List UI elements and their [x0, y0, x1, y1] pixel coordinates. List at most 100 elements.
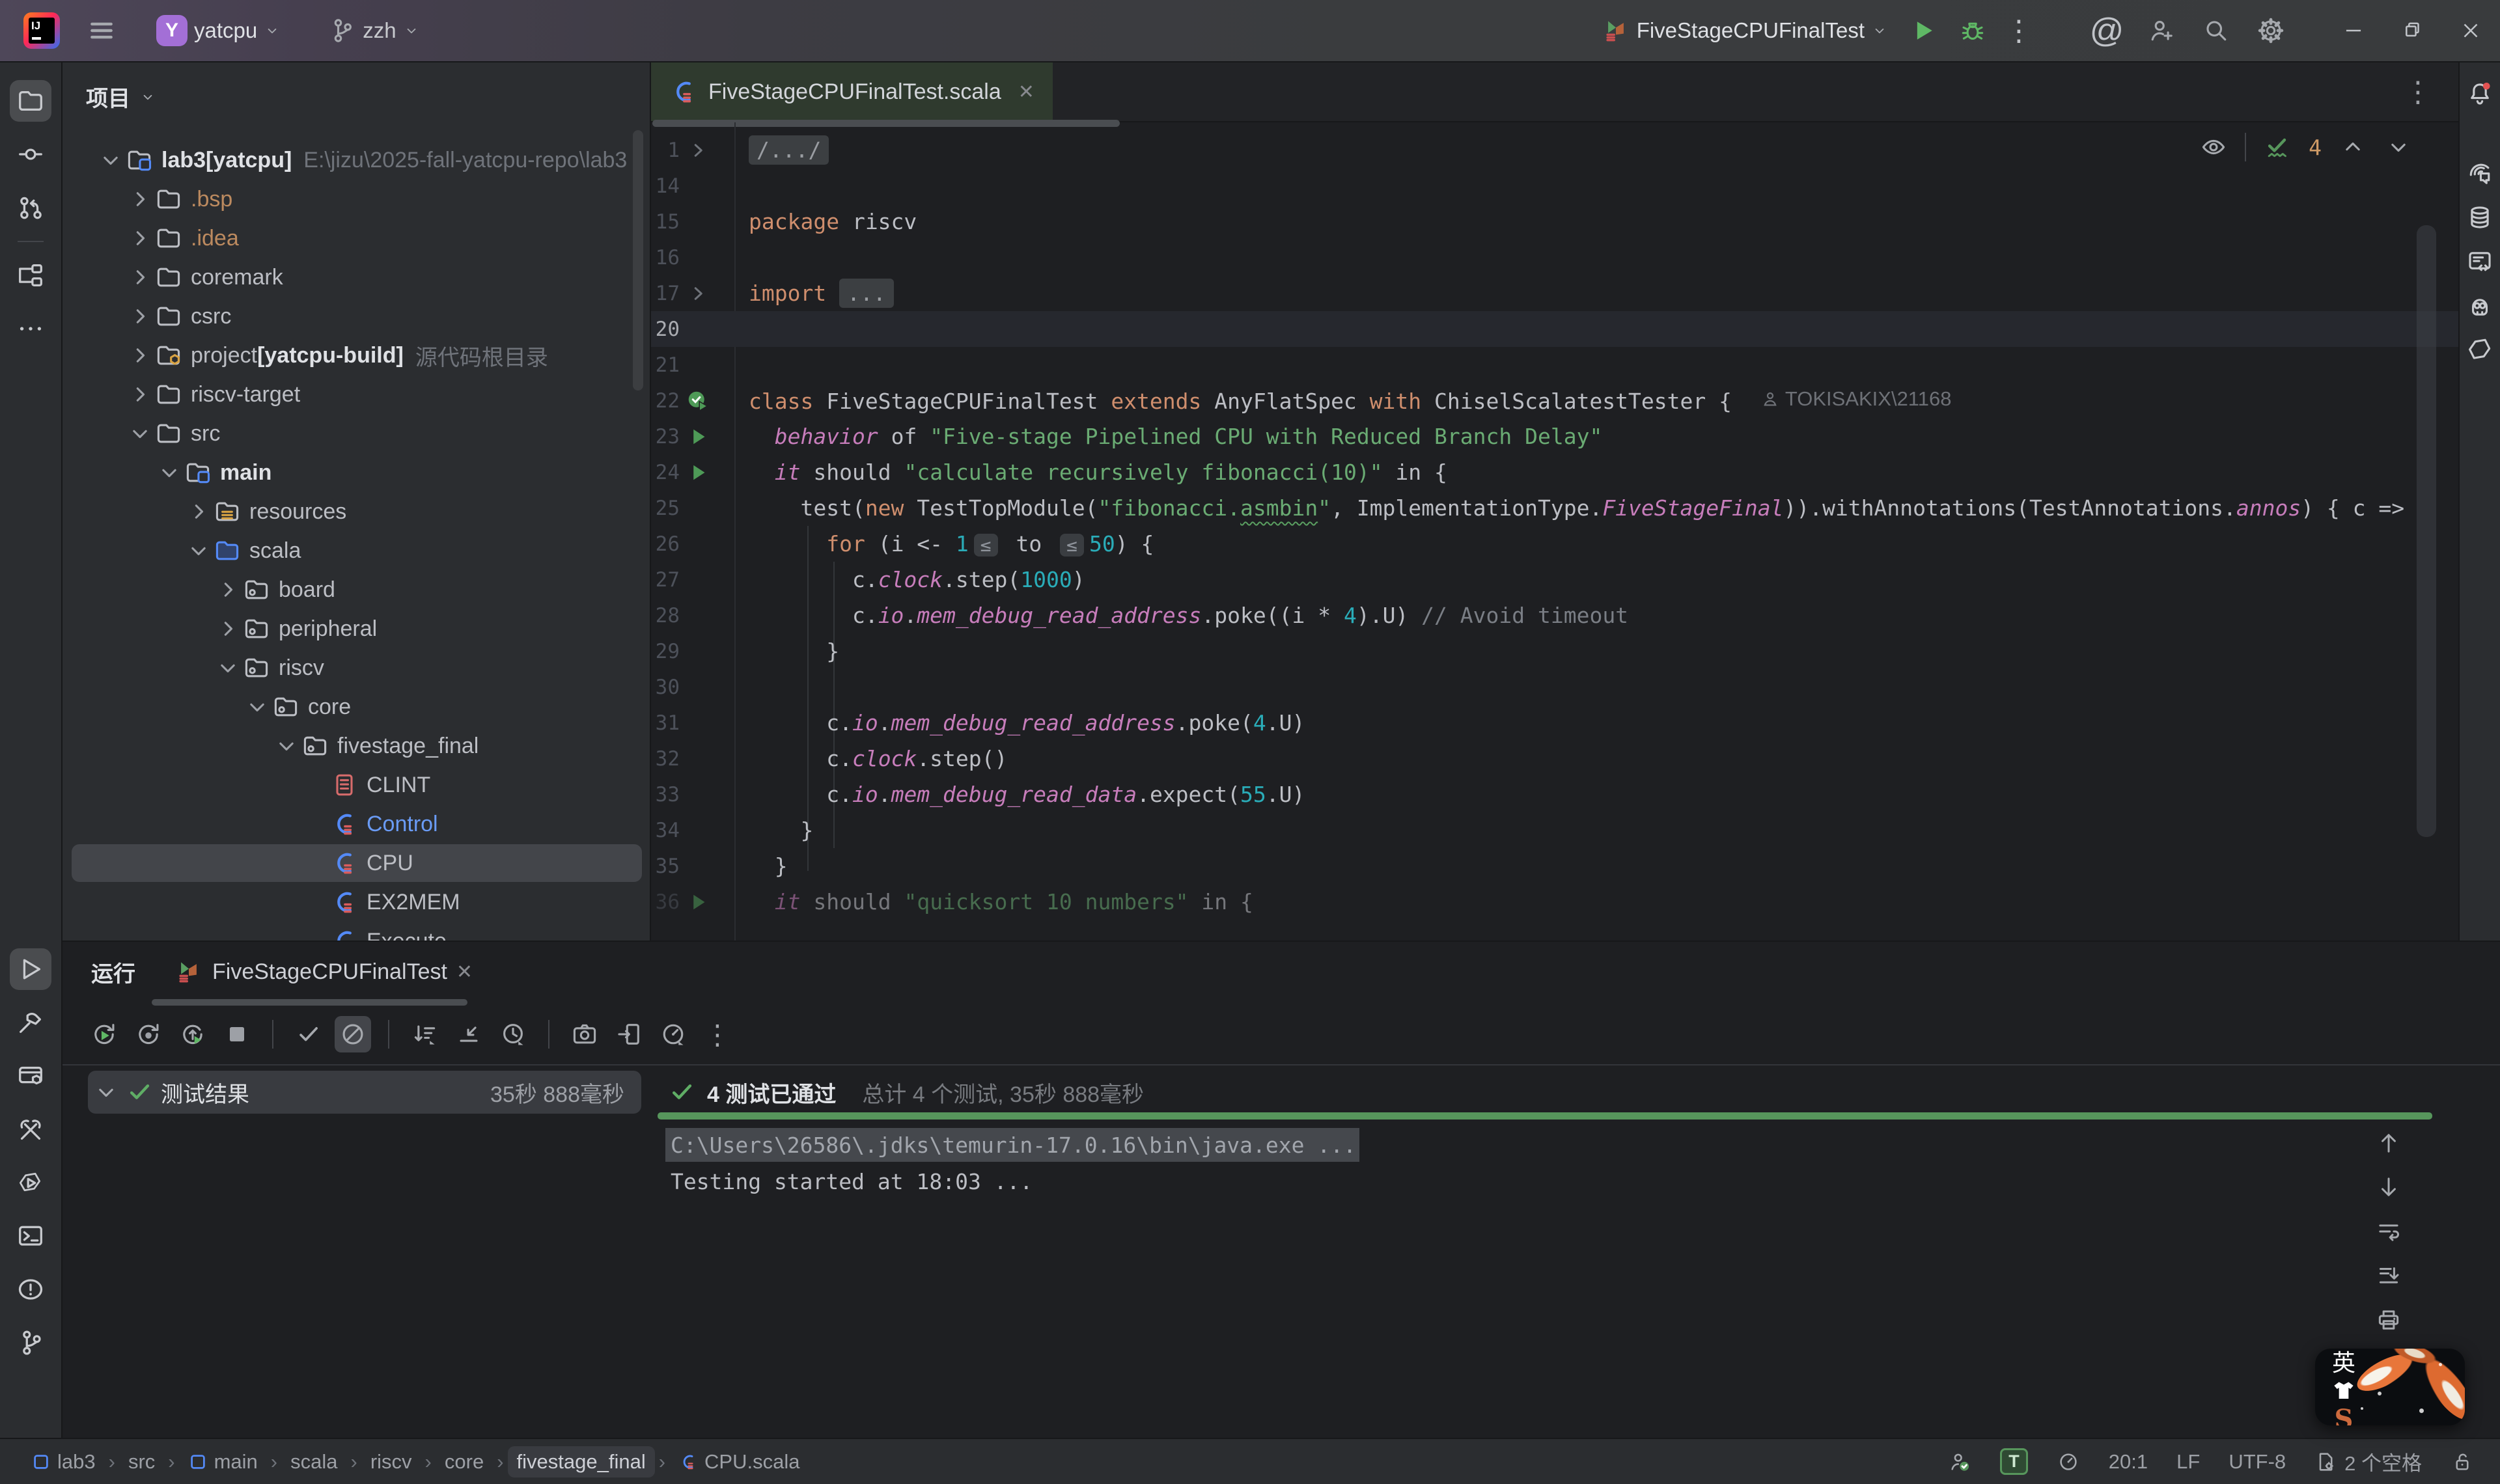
- fold-arrow-icon[interactable]: [680, 132, 716, 168]
- chevron-down-icon[interactable]: [96, 146, 125, 174]
- tree-item-lab3[interactable]: lab3 [yatcpu]E:\jizu\2025-fall-yatcpu-re…: [62, 141, 651, 180]
- breadcrumb-cpu-scala[interactable]: CPU.scala: [669, 1446, 809, 1477]
- more-run-options-button[interactable]: ⋮: [1997, 10, 2040, 51]
- tree-item-fivestage_final[interactable]: fivestage_final: [62, 726, 651, 765]
- scroll-to-end-button[interactable]: [2375, 1262, 2402, 1289]
- chevron-down-icon[interactable]: [243, 693, 271, 721]
- close-tab-icon[interactable]: ✕: [456, 961, 473, 983]
- maximize-button[interactable]: [2383, 0, 2441, 61]
- printer-button[interactable]: [2375, 1306, 2402, 1334]
- terminal-icon[interactable]: [10, 1215, 51, 1257]
- tree-item-riscv[interactable]: riscv: [62, 648, 651, 687]
- minimize-button[interactable]: [2324, 0, 2383, 61]
- folded-region[interactable]: ...: [839, 279, 894, 308]
- pull-requests-icon[interactable]: [10, 187, 51, 228]
- project-widget[interactable]: Y yatcpu: [146, 10, 291, 51]
- tree-item-bsp[interactable]: .bsp: [62, 180, 651, 219]
- code-line-26[interactable]: 26 for (i <- 1≤ to ≤50) {: [651, 526, 2458, 562]
- breadcrumb-scala[interactable]: scala: [281, 1446, 346, 1477]
- run-test-gutter-icon[interactable]: [680, 383, 716, 419]
- code-line-31[interactable]: 31 c.io.mem_debug_read_address.poke(4.U): [651, 705, 2458, 741]
- chevron-down-icon[interactable]: [155, 458, 184, 487]
- grammar-check-icon[interactable]: [1948, 1450, 1971, 1474]
- code-line-25[interactable]: 25 test(new TestTopModule("fibonacci.asm…: [651, 490, 2458, 526]
- translate-widget[interactable]: T: [2000, 1448, 2028, 1475]
- run-tab-fivestagecpufinaltest[interactable]: FiveStageCPUFinalTest ✕: [174, 957, 473, 986]
- problems-icon[interactable]: [10, 1269, 51, 1310]
- git-branch-icon[interactable]: [10, 1322, 51, 1364]
- editor-vertical-scrollbar[interactable]: [2417, 225, 2436, 837]
- inlay-hint[interactable]: ≤: [1060, 534, 1084, 556]
- tree-item-cpu[interactable]: CPU: [62, 844, 651, 883]
- tree-item-board[interactable]: board: [62, 570, 651, 609]
- project-folder-icon[interactable]: [10, 80, 51, 122]
- run-configuration-selector[interactable]: FiveStageCPUFinalTest: [1591, 10, 1898, 51]
- ai-agent-icon[interactable]: [2462, 288, 2498, 324]
- chevron-right-icon[interactable]: [214, 614, 242, 643]
- code-analysis-gauge-icon[interactable]: [2057, 1450, 2080, 1474]
- run-test-gutter-icon[interactable]: [680, 454, 716, 490]
- sbt-hexagon-icon[interactable]: [10, 1162, 51, 1203]
- tree-item-scala[interactable]: scala: [62, 531, 651, 570]
- code-line-14[interactable]: 14: [651, 168, 2458, 204]
- chevron-down-icon[interactable]: [272, 732, 301, 760]
- statistics-button[interactable]: [655, 1016, 691, 1052]
- project-panel-header[interactable]: 项目: [86, 81, 156, 113]
- tree-item-resources[interactable]: resources: [62, 492, 651, 531]
- settings-button[interactable]: [2243, 10, 2298, 51]
- next-problem-icon[interactable]: [2384, 133, 2413, 161]
- code-line-24[interactable]: 24 it should "calculate recursively fibo…: [651, 454, 2458, 490]
- inlay-hint[interactable]: ≤: [974, 534, 998, 556]
- run-button[interactable]: [1898, 10, 1948, 51]
- chevron-down-icon[interactable]: [88, 1078, 124, 1106]
- chevron-right-icon[interactable]: [126, 380, 154, 409]
- inspections-count[interactable]: 4: [2309, 135, 2322, 160]
- search-everywhere-button[interactable]: [2189, 10, 2243, 51]
- import-results-button[interactable]: [611, 1016, 647, 1052]
- breadcrumb-main[interactable]: main: [179, 1446, 267, 1477]
- services-icon[interactable]: [10, 1055, 51, 1097]
- run-test-gutter-icon[interactable]: [680, 884, 716, 920]
- code-line-16[interactable]: 16: [651, 240, 2458, 275]
- tree-item-execute[interactable]: Execute: [62, 922, 651, 941]
- line-col-widget[interactable]: 20:1: [2109, 1450, 2148, 1474]
- structure-icon[interactable]: [10, 254, 51, 296]
- tree-item-riscv-target[interactable]: riscv-target: [62, 375, 651, 414]
- run-test-gutter-icon[interactable]: [680, 419, 716, 454]
- editor-area[interactable]: FiveStageCPUFinalTest.scala ✕ ⋮ 1/.../14…: [651, 62, 2458, 941]
- ai-assistant-titlebar-button[interactable]: @: [2079, 10, 2134, 51]
- chevron-right-icon[interactable]: [126, 341, 154, 370]
- code-line-21[interactable]: 21: [651, 347, 2458, 383]
- screenshot-button[interactable]: [566, 1016, 603, 1052]
- ime-logo-button[interactable]: S: [2335, 1407, 2354, 1425]
- editor-more-icon[interactable]: ⋮: [2404, 76, 2432, 109]
- code-line-15[interactable]: 15package riscv: [651, 204, 2458, 240]
- chevron-right-icon[interactable]: [126, 185, 154, 213]
- fold-arrow-icon[interactable]: [680, 275, 716, 311]
- encoding-widget[interactable]: UTF-8: [2229, 1450, 2286, 1474]
- chevron-down-icon[interactable]: [126, 419, 154, 448]
- close-button[interactable]: [2441, 0, 2500, 61]
- breadcrumb-fivestage_final[interactable]: fivestage_final: [508, 1446, 655, 1477]
- ime-mode-button[interactable]: 英: [2332, 1350, 2355, 1376]
- hexagon-icon[interactable]: [2462, 332, 2498, 368]
- chevron-right-icon[interactable]: [214, 575, 242, 604]
- breadcrumb-riscv[interactable]: riscv: [361, 1446, 421, 1477]
- test-results-row[interactable]: 测试结果 35秒 888毫秒: [88, 1071, 641, 1114]
- test-duration-button[interactable]: [495, 1016, 531, 1052]
- chevron-right-icon[interactable]: [184, 497, 213, 526]
- commit-icon[interactable]: [10, 133, 51, 175]
- tree-item-coremark[interactable]: coremark: [62, 258, 651, 297]
- write-access-lock-icon[interactable]: [2451, 1450, 2474, 1474]
- author-annotation[interactable]: TOKISAKIX\21168: [1760, 387, 1952, 411]
- build-hammer-icon[interactable]: [10, 1002, 51, 1043]
- tree-item-src[interactable]: src: [62, 414, 651, 453]
- more-vertical-button[interactable]: ⋮: [699, 1016, 736, 1052]
- main-menu-button[interactable]: [77, 10, 126, 51]
- breadcrumb-lab3[interactable]: lab3: [22, 1446, 105, 1477]
- code-line-34[interactable]: 34 }: [651, 812, 2458, 848]
- notifications-icon[interactable]: [2462, 76, 2498, 112]
- profile-rerun-button[interactable]: [174, 1016, 211, 1052]
- tree-item-main[interactable]: main: [62, 453, 651, 492]
- run-play-icon[interactable]: [10, 948, 51, 990]
